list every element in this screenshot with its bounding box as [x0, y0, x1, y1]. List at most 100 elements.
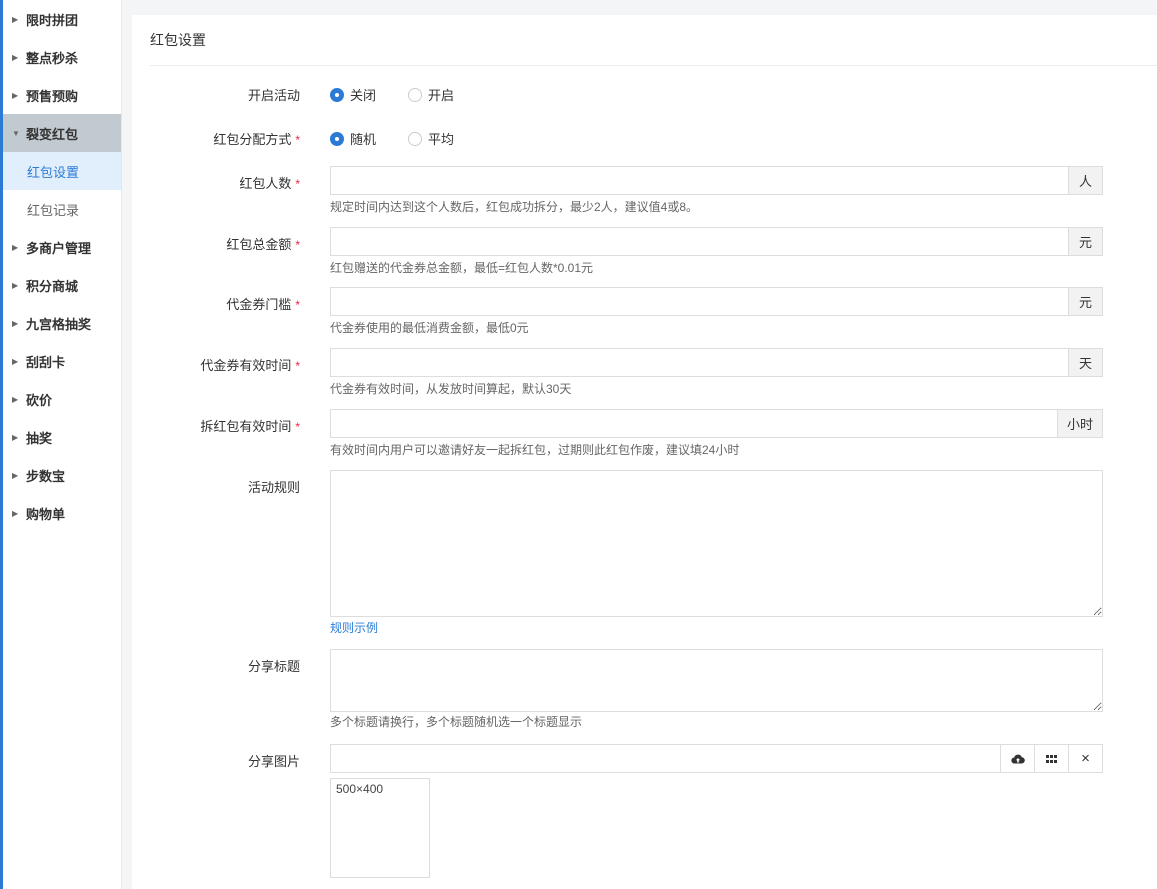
sidebar-item-label: 裂变红包 — [26, 126, 79, 142]
grid-icon — [1046, 754, 1057, 763]
panel-header: 红包设置 — [150, 15, 1157, 66]
sidebar-item-label: 刮刮卡 — [26, 354, 66, 370]
upload-button[interactable] — [1000, 745, 1034, 772]
sidebar-item-points-mall[interactable]: ▶ 积分商城 — [3, 266, 121, 304]
total-input-group: 元 — [330, 227, 1103, 256]
caret-right-icon: ▶ — [12, 90, 19, 100]
caret-down-icon: ▼ — [12, 128, 20, 138]
required-mark: * — [295, 238, 300, 252]
field-label: 红包分配方式 * — [213, 132, 300, 147]
sidebar-item-label: 限时拼团 — [26, 12, 79, 28]
required-mark: * — [295, 298, 300, 312]
close-icon: × — [1081, 750, 1090, 767]
field-label: 红包人数 * — [239, 176, 300, 191]
field-label: 代金券门槛 * — [226, 297, 300, 312]
sidebar-item-step-treasure[interactable]: ▶ 步数宝 — [3, 456, 121, 494]
sidebar-item-multi-merchant[interactable]: ▶ 多商户管理 — [3, 228, 121, 266]
activity-radio-group: 关闭 开启 — [330, 85, 486, 104]
caret-right-icon: ▶ — [12, 14, 19, 24]
threshold-input-group: 元 — [330, 287, 1103, 316]
rules-textarea[interactable] — [330, 470, 1103, 617]
sidebar-item-label: 购物单 — [26, 506, 66, 522]
sidebar-item-grid-lottery[interactable]: ▶ 九宫格抽奖 — [3, 304, 121, 342]
distribution-random-radio[interactable]: 随机 — [330, 129, 376, 148]
distribution-radio-group: 随机 平均 — [330, 129, 486, 148]
required-mark: * — [295, 177, 300, 191]
gallery-button[interactable] — [1034, 745, 1068, 772]
activity-on-radio[interactable]: 开启 — [408, 85, 454, 104]
sidebar-item-scratch-card[interactable]: ▶ 刮刮卡 — [3, 342, 121, 380]
field-label: 开启活动 — [247, 88, 300, 103]
radio-circle — [408, 87, 423, 102]
caret-right-icon: ▶ — [12, 394, 19, 404]
validity-unit: 天 — [1068, 349, 1102, 376]
radio-circle — [408, 131, 423, 146]
caret-right-icon: ▶ — [12, 432, 19, 442]
caret-right-icon: ▶ — [12, 52, 19, 62]
sidebar-item-flash-sale[interactable]: ▶ 整点秒杀 — [3, 38, 121, 76]
sidebar-item-lottery[interactable]: ▶ 抽奖 — [3, 418, 121, 456]
share-title-textarea[interactable] — [330, 649, 1103, 712]
radio-circle — [330, 87, 344, 102]
caret-right-icon: ▶ — [12, 280, 19, 290]
sidebar-item-fission-redpacket[interactable]: ▼ 裂变红包 — [3, 114, 121, 152]
caret-right-icon: ▶ — [12, 242, 19, 252]
preview-size-text: 500×400 — [336, 782, 384, 796]
validity-input-group: 天 — [330, 348, 1103, 377]
split-time-help: 有效时间内用户可以邀请好友一起拆红包，过期则此红包作废，建议填24小时 — [330, 443, 740, 457]
distribution-average-radio[interactable]: 平均 — [408, 129, 454, 148]
sidebar-item-label: 整点秒杀 — [26, 50, 79, 66]
total-help: 红包赠送的代金券总金额，最低=红包人数*0.01元 — [330, 261, 594, 275]
sidebar-item-shopping-list[interactable]: ▶ 购物单 — [3, 494, 121, 532]
people-unit: 人 — [1068, 167, 1102, 194]
radio-label: 关闭 — [350, 88, 377, 103]
sidebar-item-label: 九宫格抽奖 — [26, 316, 92, 332]
threshold-help: 代金券使用的最低消费金额，最低0元 — [330, 321, 529, 335]
total-amount-input[interactable] — [331, 228, 1068, 255]
sidebar-subitem-redpacket-settings[interactable]: 红包设置 — [3, 152, 121, 190]
radio-label: 开启 — [428, 88, 455, 103]
field-label: 拆红包有效时间 * — [200, 419, 300, 434]
split-time-input[interactable] — [331, 410, 1057, 437]
sidebar-item-label: 积分商城 — [26, 278, 79, 294]
sidebar-item-bargain[interactable]: ▶ 砍价 — [3, 380, 121, 418]
sidebar-item-label: 预售预购 — [26, 88, 79, 104]
field-label: 分享图片 — [247, 754, 300, 769]
field-label: 红包总金额 * — [226, 237, 300, 252]
split-time-unit: 小时 — [1056, 410, 1102, 437]
threshold-unit: 元 — [1068, 288, 1102, 315]
field-label: 代金券有效时间 * — [200, 358, 300, 373]
sidebar-item-label: 砍价 — [26, 392, 53, 408]
activity-off-radio[interactable]: 关闭 — [330, 85, 376, 104]
cloud-upload-icon — [1010, 754, 1025, 764]
sidebar-item-presale[interactable]: ▶ 预售预购 — [3, 76, 121, 114]
radio-circle — [330, 131, 344, 146]
sidebar-item-group-buy[interactable]: ▶ 限时拼团 — [3, 0, 121, 38]
sidebar-item-label: 多商户管理 — [26, 240, 92, 256]
people-help: 规定时间内达到这个人数后，红包成功拆分，最少2人，建议值4或8。 — [330, 200, 699, 214]
share-title-help: 多个标题请换行，多个标题随机选一个标题显示 — [330, 715, 583, 729]
sidebar-item-label: 抽奖 — [26, 430, 53, 446]
caret-right-icon: ▶ — [12, 318, 19, 328]
share-image-input[interactable] — [331, 745, 1000, 772]
sidebar-item-label: 红包设置 — [27, 164, 80, 180]
page-title: 红包设置 — [150, 32, 206, 48]
sidebar-item-label: 红包记录 — [27, 202, 80, 218]
rules-example-link[interactable]: 规则示例 — [330, 619, 378, 636]
sidebar-subitem-redpacket-records[interactable]: 红包记录 — [3, 190, 121, 228]
required-mark: * — [295, 359, 300, 373]
field-label: 分享标题 — [247, 659, 300, 674]
required-mark: * — [295, 420, 300, 434]
validity-input[interactable] — [331, 349, 1068, 376]
sidebar: ▶ 限时拼团 ▶ 整点秒杀 ▶ 预售预购 ▼ 裂变红包 红包设置 红包记录 ▶ 多商户管理… — [0, 0, 122, 889]
clear-button[interactable]: × — [1068, 745, 1102, 772]
radio-label: 随机 — [350, 132, 377, 147]
people-input-group: 人 — [330, 166, 1103, 195]
people-input[interactable] — [331, 167, 1068, 194]
validity-help: 代金券有效时间，从发放时间算起，默认30天 — [330, 382, 572, 396]
threshold-input[interactable] — [331, 288, 1068, 315]
sidebar-item-label: 步数宝 — [26, 468, 66, 484]
main-panel: 红包设置 开启活动 关闭 开启 红包分配方式 * 随机 平均 红包人数 * 人 规定… — [132, 15, 1157, 889]
split-time-input-group: 小时 — [330, 409, 1103, 438]
caret-right-icon: ▶ — [12, 356, 19, 366]
